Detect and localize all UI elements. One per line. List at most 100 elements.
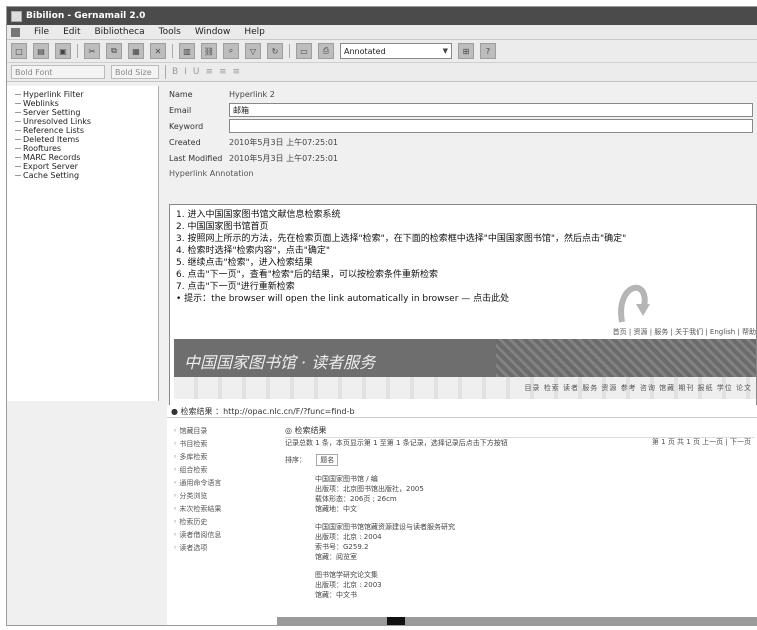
tree-line (15, 166, 21, 167)
sidebar-link[interactable]: ◦ 馆藏目录 (173, 425, 273, 438)
align-right-icon[interactable]: ≡ (233, 67, 241, 77)
tree-line (15, 94, 21, 95)
insert-icon[interactable]: ▥ (179, 43, 195, 59)
save-icon[interactable]: ▣ (55, 43, 71, 59)
record-line: 出版项：北京 : 2003 (315, 581, 382, 589)
record-line: 馆藏：中文书 (315, 591, 357, 599)
sidebar-link[interactable]: ◦ 组合检索 (173, 464, 273, 477)
document-icon (11, 27, 20, 37)
sidebar-link[interactable]: ◦ 书目检索 (173, 438, 273, 451)
sidebar-link[interactable]: ◦ 末次检索结果 (173, 503, 273, 516)
result-record[interactable]: 图书馆学研究论文集 出版项：北京 : 2003 馆藏：中文书 (315, 570, 755, 600)
tree-item[interactable]: Weblinks (15, 99, 158, 108)
menu-window[interactable]: Window (195, 27, 231, 37)
italic-icon[interactable]: I (184, 67, 187, 77)
align-left-icon[interactable]: ≡ (205, 67, 213, 77)
embedded-top-links: 首页 | 资源 | 服务 | 关于我们 | English | 帮助 (174, 327, 756, 339)
sidebar-link[interactable]: ◦ 分类浏览 (173, 490, 273, 503)
delete-icon[interactable]: ✕ (150, 43, 166, 59)
refresh-icon[interactable]: ↻ (267, 43, 283, 59)
annotation-line: 5. 继续点击"检索"，进入检索结果 (176, 258, 313, 268)
record-title[interactable]: 图书馆学研究论文集 (315, 570, 755, 580)
sidebar-link[interactable]: ◦ 读者选项 (173, 542, 273, 555)
annotation-line: 6. 点击"下一页"，查看"检索"后的结果，可以按检索条件重新检索 (176, 270, 439, 280)
preview-icon[interactable]: ▭ (296, 43, 312, 59)
tree-item[interactable]: Reference Lists (15, 126, 158, 135)
scrollbar-thumb[interactable] (387, 617, 405, 625)
sidebar-link[interactable]: ◦ 检索历史 (173, 516, 273, 529)
annotation-line: • 提示：the browser will open the link auto… (176, 294, 510, 304)
tree-item-label: Rooftures (23, 144, 62, 153)
tree-item[interactable]: Hyperlink Filter (15, 90, 158, 99)
result-record[interactable]: 中国国家图书馆 / 编 出版项：北京图书馆出版社，2005 载体形态：206页 … (315, 474, 755, 514)
annotation-section-label: Hyperlink Annotation (169, 168, 254, 178)
tree-item[interactable]: Unresolved Links (15, 117, 158, 126)
filter-icon[interactable]: ▽ (245, 43, 261, 59)
annotation-line: 7. 点击"下一页"进行重新检索 (176, 282, 295, 292)
tree-line (15, 148, 21, 149)
find-icon[interactable]: ⌕ (223, 43, 239, 59)
align-center-icon[interactable]: ≡ (219, 67, 227, 77)
email-field[interactable]: 邮箱 (229, 103, 753, 117)
filter-combo[interactable]: Annotated ▼ (340, 43, 452, 59)
record-line: 载体形态：206页 ; 26cm (315, 495, 397, 503)
tree-item[interactable]: Deleted Items (15, 135, 158, 144)
tree-line (15, 112, 21, 113)
print-icon[interactable]: ⎙ (318, 43, 334, 59)
annotation-editor[interactable]: 1. 进入中国国家图书馆文献信息检索系统 2. 中国国家图书馆首页 3. 按照网… (169, 204, 757, 406)
copy-icon[interactable]: ⧉ (106, 43, 122, 59)
help-icon[interactable]: ? (480, 43, 496, 59)
menu-file[interactable]: File (34, 27, 49, 37)
modified-row: Last Modified 2010年5月3日 上午07:25:01 (163, 150, 757, 166)
sidebar-link[interactable]: ◦ 多库检索 (173, 451, 273, 464)
record-title[interactable]: 中国国家图书馆 / 编 (315, 474, 755, 484)
webpage-sidebar: ◦ 馆藏目录 ◦ 书目检索 ◦ 多库检索 ◦ 组合检索 ◦ 通用命令语言 ◦ 分… (173, 425, 273, 555)
cut-icon[interactable]: ✂ (84, 43, 100, 59)
menu-bibliotheca[interactable]: Bibliotheca (95, 27, 145, 37)
underline-icon[interactable]: U (193, 67, 200, 77)
tree-item[interactable]: MARC Records (15, 153, 158, 162)
filter-apply-icon[interactable]: ⊞ (458, 43, 474, 59)
toolbar-separator (165, 65, 166, 79)
tree-item-label: Cache Setting (23, 171, 80, 180)
chevron-down-icon: ▼ (442, 47, 448, 55)
keyword-field[interactable] (229, 119, 753, 133)
annotation-line: 1. 进入中国国家图书馆文献信息检索系统 (176, 210, 341, 220)
menu-edit[interactable]: Edit (63, 27, 80, 37)
font-combo[interactable]: Bold Font (11, 65, 105, 79)
sort-select[interactable]: 题名 (316, 454, 339, 466)
created-row: Created 2010年5月3日 上午07:25:01 (163, 134, 757, 150)
record-line: 馆藏地：中文 (315, 505, 357, 513)
tree-item[interactable]: Export Server (15, 162, 158, 171)
tree-line (15, 175, 21, 176)
tree-item-label: Export Server (23, 162, 78, 171)
open-icon[interactable]: ▤ (33, 43, 49, 59)
keyword-row: Keyword (163, 118, 757, 134)
bottom-scrollbar[interactable] (277, 617, 757, 625)
menu-tools[interactable]: Tools (159, 27, 181, 37)
tree-line (15, 130, 21, 131)
webpage-results: ◎ 检索结果 记录总数 1 条，本页显示第 1 至第 1 条记录，选择记录后点击… (285, 425, 755, 600)
menu-help[interactable]: Help (244, 27, 265, 37)
embedded-banner-image: 中国国家图书馆 · 读者服务 (174, 339, 756, 377)
record-title[interactable]: 中国国家图书馆馆藏资源建设与读者服务研究 (315, 522, 755, 532)
result-record[interactable]: 中国国家图书馆馆藏资源建设与读者服务研究 出版项：北京 : 2004 索书号：G… (315, 522, 755, 562)
sidebar-link[interactable]: ◦ 读者借阅信息 (173, 529, 273, 542)
tree-item-label: Hyperlink Filter (23, 90, 84, 99)
record-line: 出版项：北京 : 2004 (315, 533, 382, 541)
new-icon[interactable]: □ (11, 43, 27, 59)
tree-item[interactable]: Server Setting (15, 108, 158, 117)
record-line: 出版项：北京图书馆出版社，2005 (315, 485, 424, 493)
subnav-links[interactable]: 目录 检索 读者 服务 资源 参考 咨询 馆藏 期刊 报纸 学位 论文 (525, 383, 752, 393)
bold-icon[interactable]: B (172, 67, 178, 77)
results-pager[interactable]: 第 1 页 共 1 页 上一页 | 下一页 (652, 437, 751, 447)
application-window: Bibilion - Gernamail 2.0 File Edit Bibli… (6, 6, 757, 626)
tree-item[interactable]: Rooftures (15, 144, 158, 153)
email-label: Email (169, 105, 192, 115)
paste-icon[interactable]: ▦ (128, 43, 144, 59)
link-icon[interactable]: ⛓ (201, 43, 217, 59)
tree-item[interactable]: Cache Setting (15, 171, 158, 180)
tree-line (15, 157, 21, 158)
size-combo[interactable]: Bold Size (111, 65, 159, 79)
sidebar-link[interactable]: ◦ 通用命令语言 (173, 477, 273, 490)
